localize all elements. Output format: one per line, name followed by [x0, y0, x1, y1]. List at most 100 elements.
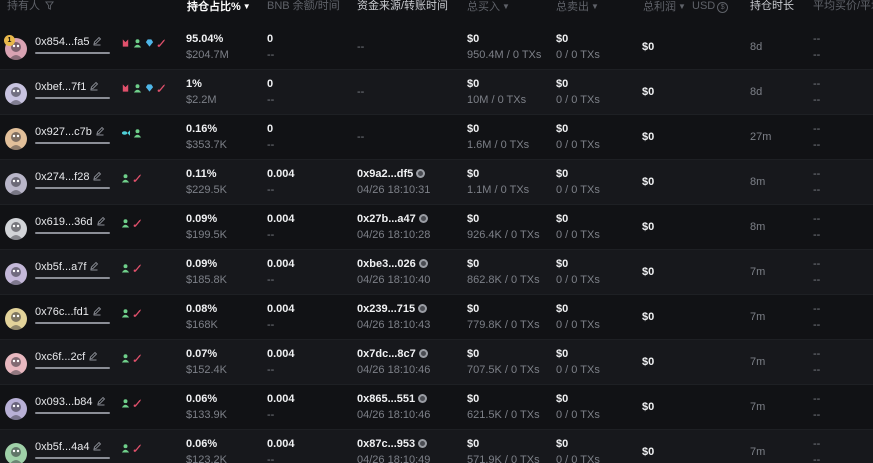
- hold-pct: 1%: [186, 78, 202, 90]
- bnb-balance: 0.004: [267, 348, 295, 360]
- bnb-time: --: [267, 94, 275, 106]
- holder-address[interactable]: 0xc6f...2cf: [35, 351, 98, 364]
- avatar[interactable]: [5, 443, 27, 463]
- rocket-icon: [157, 38, 166, 48]
- hold-duration: 7m: [750, 446, 766, 458]
- bnb-coin-icon: [418, 304, 428, 313]
- currency-toggle[interactable]: USD $: [692, 0, 729, 20]
- bot-icon: [121, 38, 130, 48]
- funding-source[interactable]: 0x7dc...8c7: [357, 348, 428, 360]
- edit-pencil-icon[interactable]: [92, 171, 102, 184]
- funding-source[interactable]: 0x865...551: [357, 393, 428, 405]
- table-row[interactable]: 0x274...f28 0.11% $229.5K 0.004 -- 0x9a2...df…: [0, 160, 873, 205]
- holder-address[interactable]: 0x76c...fd1: [35, 306, 102, 319]
- bnb-time: --: [267, 139, 275, 151]
- table-row[interactable]: 0xc6f...2cf 0.07% $152.4K 0.004 -- 0x7dc...8c…: [0, 340, 873, 385]
- avatar[interactable]: [5, 128, 27, 150]
- avatar[interactable]: [5, 83, 27, 105]
- hold-duration: 7m: [750, 401, 766, 413]
- avg-buy-price: --: [813, 123, 821, 135]
- funding-time: 04/26 18:10:31: [357, 184, 431, 196]
- rocket-icon: [133, 443, 142, 453]
- avg-buy-price: --: [813, 438, 821, 450]
- holder-address[interactable]: 0x093...b84: [35, 396, 106, 409]
- funding-source[interactable]: 0x27b...a47: [357, 213, 428, 225]
- holder-address[interactable]: 0x619...36d: [35, 216, 106, 229]
- funding-source[interactable]: 0x239...715: [357, 303, 428, 315]
- bnb-balance: 0.004: [267, 258, 295, 270]
- table-row[interactable]: 0x927...c7b 0.16% $353.7K 0 -- -- $0 1.6M / 0 T…: [0, 115, 873, 160]
- hold-pct: 0.07%: [186, 348, 218, 360]
- avg-buy-price: --: [813, 348, 821, 360]
- avg-buy-price: --: [813, 168, 821, 180]
- holder-address[interactable]: 0xb5f...4a4: [35, 441, 102, 454]
- dollar-icon: $: [717, 2, 729, 13]
- edit-pencil-icon[interactable]: [89, 81, 99, 94]
- avatar[interactable]: [5, 218, 27, 240]
- edit-pencil-icon[interactable]: [95, 126, 105, 139]
- table-row[interactable]: 1 0x854...fa5 95.04% $204.7M 0 -- -- $0 950.4M /…: [0, 25, 873, 70]
- holder-address[interactable]: 0x927...c7b: [35, 126, 105, 139]
- edit-pencil-icon[interactable]: [88, 351, 98, 364]
- filter-icon[interactable]: [45, 1, 55, 10]
- total-sell-detail: 0 / 0 TXs: [556, 229, 600, 241]
- avg-sell-price: --: [813, 49, 821, 61]
- rocket-icon: [133, 173, 142, 183]
- table-row[interactable]: 0xbef...7f1 1% $2.2M 0 -- -- $0 10M / 0 TXs $0 0 …: [0, 70, 873, 115]
- holder-tags: [121, 128, 145, 140]
- holder-tags: [121, 38, 169, 50]
- table-row[interactable]: 0xb5f...a7f 0.09% $185.8K 0.004 -- 0xbe3...02…: [0, 250, 873, 295]
- table-row[interactable]: 0x619...36d 0.09% $199.5K 0.004 -- 0x27b...a4…: [0, 205, 873, 250]
- total-buy-detail: 10M / 0 TXs: [467, 94, 527, 106]
- hold-duration: 8d: [750, 41, 763, 53]
- table-row[interactable]: 0x76c...fd1 0.08% $168K 0.004 -- 0x239...715 0…: [0, 295, 873, 340]
- holder-address[interactable]: 0x274...f28: [35, 171, 102, 184]
- wallet-icon: [121, 353, 130, 363]
- avatar[interactable]: [5, 173, 27, 195]
- bnb-balance: 0: [267, 123, 274, 135]
- holder-column-header[interactable]: 持有人: [7, 0, 55, 20]
- avg-buy-price: --: [813, 213, 821, 225]
- total-sell: $0: [556, 258, 569, 270]
- total-sell-column-header[interactable]: 总卖出 ▼: [556, 0, 599, 20]
- edit-pencil-icon[interactable]: [96, 396, 106, 409]
- avatar[interactable]: [5, 353, 27, 375]
- wallet-icon: [133, 128, 142, 138]
- edit-pencil-icon[interactable]: [92, 36, 102, 49]
- address-underline: [35, 97, 110, 99]
- diamond-icon: [145, 38, 154, 48]
- funding-source[interactable]: 0x87c...953: [357, 438, 428, 450]
- edit-pencil-icon[interactable]: [92, 306, 102, 319]
- avg-sell-price: --: [813, 184, 821, 196]
- edit-pencil-icon[interactable]: [96, 216, 106, 229]
- table-row[interactable]: 0x093...b84 0.06% $133.9K 0.004 -- 0x865...55…: [0, 385, 873, 430]
- avatar[interactable]: [5, 263, 27, 285]
- edit-pencil-icon[interactable]: [89, 261, 99, 274]
- edit-pencil-icon[interactable]: [92, 441, 102, 454]
- wallet-icon: [121, 308, 130, 318]
- bnb-time: --: [267, 229, 275, 241]
- total-buy-detail: 926.4K / 0 TXs: [467, 229, 540, 241]
- holder-address[interactable]: 0x854...fa5: [35, 36, 102, 49]
- total-profit: $0: [642, 311, 655, 323]
- avatar[interactable]: [5, 398, 27, 420]
- table-row[interactable]: 0xb5f...4a4 0.06% $123.2K 0.004 -- 0x87c...95…: [0, 430, 873, 463]
- total-buy-column-header[interactable]: 总买入 ▼: [467, 0, 510, 20]
- avg-sell-price: --: [813, 274, 821, 286]
- bnb-column-header: BNB 余额/时间: [267, 0, 340, 12]
- bnb-coin-icon: [418, 349, 428, 358]
- avatar[interactable]: [5, 308, 27, 330]
- holder-address[interactable]: 0xb5f...a7f: [35, 261, 99, 274]
- total-buy-detail: 779.8K / 0 TXs: [467, 319, 540, 331]
- funding-time: 04/26 18:10:46: [357, 364, 431, 376]
- total-profit-column-header[interactable]: 总利润 ▼: [643, 0, 686, 20]
- total-buy-detail: 1.6M / 0 TXs: [467, 139, 530, 151]
- address-underline: [35, 322, 110, 324]
- total-buy-detail: 862.8K / 0 TXs: [467, 274, 540, 286]
- funding-source[interactable]: 0xbe3...026: [357, 258, 428, 270]
- hold-pct-column-header[interactable]: 持仓占比% ▼: [187, 0, 251, 20]
- funding-source[interactable]: 0x9a2...df5: [357, 168, 426, 180]
- funding-time: 04/26 18:10:49: [357, 454, 431, 463]
- holder-address[interactable]: 0xbef...7f1: [35, 81, 99, 94]
- address-underline: [35, 232, 110, 234]
